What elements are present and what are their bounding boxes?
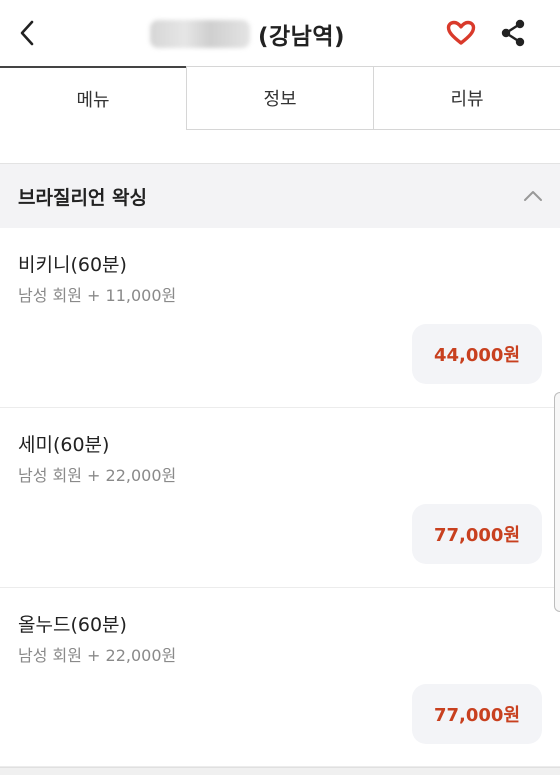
share-icon bbox=[501, 19, 525, 47]
item-name: 세미(60분) bbox=[18, 434, 110, 456]
price-badge: 77,000원 bbox=[412, 684, 542, 744]
share-button[interactable] bbox=[496, 16, 530, 50]
price-badge: 77,000원 bbox=[412, 504, 542, 564]
item-subtext: 남성 회원 + 22,000원 bbox=[18, 466, 177, 485]
scrollbar-thumb[interactable] bbox=[554, 392, 560, 612]
top-app-bar: (강남역) bbox=[0, 0, 560, 66]
tab-bar: 메뉴 정보 리뷰 bbox=[0, 66, 560, 130]
spacer bbox=[0, 130, 560, 164]
item-subtext: 남성 회원 + 11,000원 bbox=[18, 286, 177, 305]
menu-item[interactable]: 올누드(60분) 남성 회원 + 22,000원 77,000원 bbox=[0, 588, 560, 767]
chevron-up-icon bbox=[524, 191, 542, 201]
tab-menu[interactable]: 메뉴 bbox=[0, 66, 186, 130]
menu-item[interactable]: 세미(60분) 남성 회원 + 22,000원 77,000원 bbox=[0, 408, 560, 588]
page-title-suffix: (강남역) bbox=[258, 24, 346, 50]
section-title: 브라질리언 왁싱 bbox=[18, 186, 147, 209]
tab-info[interactable]: 정보 bbox=[186, 66, 373, 129]
price-badge: 44,000원 bbox=[412, 324, 542, 384]
item-name: 비키니(60분) bbox=[18, 254, 127, 276]
back-button[interactable] bbox=[10, 14, 44, 52]
item-subtext: 남성 회원 + 22,000원 bbox=[18, 646, 177, 665]
chevron-left-icon bbox=[20, 20, 34, 46]
bottom-divider bbox=[0, 767, 560, 775]
item-name: 올누드(60분) bbox=[18, 614, 127, 636]
favorite-button[interactable] bbox=[444, 16, 478, 50]
heart-icon bbox=[446, 20, 476, 45]
tab-review[interactable]: 리뷰 bbox=[373, 66, 560, 129]
section-header[interactable]: 브라질리언 왁싱 bbox=[0, 164, 560, 228]
menu-item[interactable]: 비키니(60분) 남성 회원 + 11,000원 44,000원 bbox=[0, 228, 560, 408]
blurred-shop-name bbox=[150, 20, 250, 48]
page-title: (강남역) bbox=[150, 14, 345, 54]
